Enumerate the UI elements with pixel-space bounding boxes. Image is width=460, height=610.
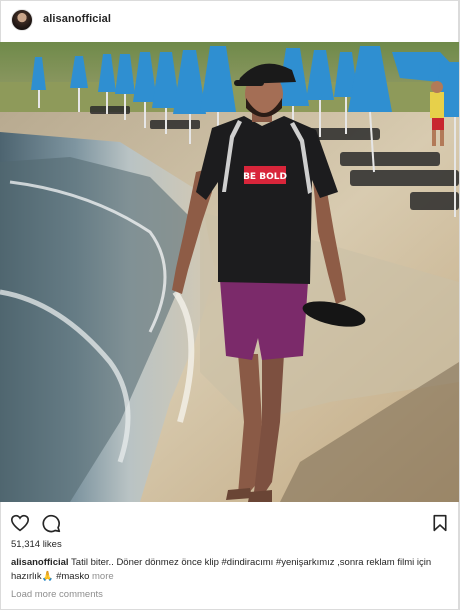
like-count[interactable]: 51,314 likes: [11, 539, 62, 550]
caption-username[interactable]: alisanofficial: [11, 557, 69, 568]
post-photo[interactable]: BE BOLD: [0, 42, 459, 502]
caption-more-link[interactable]: more: [92, 571, 114, 582]
post-actions: [0, 508, 460, 536]
comment-icon[interactable]: [40, 512, 62, 534]
post-username[interactable]: alisanofficial: [43, 13, 111, 25]
caption-text: Tatil biter.. Döner dönmez önce klip #di…: [11, 557, 432, 582]
truncated-comment-row: [11, 604, 431, 610]
avatar[interactable]: [11, 9, 33, 31]
load-more-comments-link[interactable]: Load more comments: [11, 589, 103, 600]
heart-icon[interactable]: [9, 512, 31, 534]
beach-photo: BE BOLD: [0, 42, 459, 502]
bookmark-icon[interactable]: [429, 512, 451, 534]
post-caption: alisanofficial Tatil biter.. Döner dönme…: [11, 556, 449, 584]
post-header: alisanofficial: [0, 0, 460, 42]
shirt-text: BE BOLD: [243, 172, 287, 182]
